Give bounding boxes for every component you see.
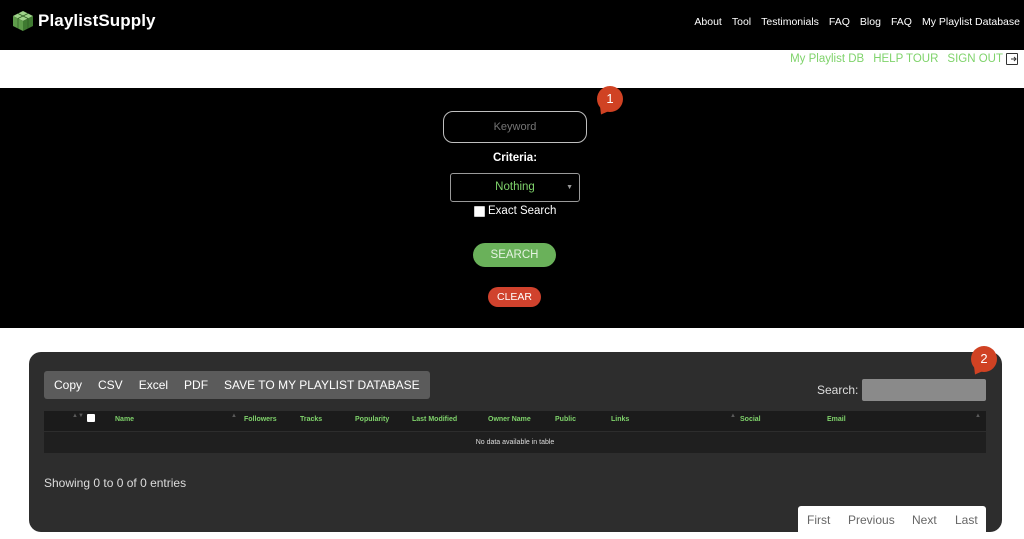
pagination-last[interactable]: Last — [955, 513, 978, 527]
criteria-selected-value: Nothing — [495, 181, 535, 193]
copy-button[interactable]: Copy — [44, 371, 90, 399]
table-search-label: Search: — [817, 383, 859, 397]
pagination-next[interactable]: Next — [912, 513, 937, 527]
column-header-last-modified[interactable]: Last Modified — [412, 416, 457, 423]
table-info: Showing 0 to 0 of 0 entries — [44, 476, 187, 490]
help-tour-link[interactable]: HELP TOUR — [873, 53, 938, 65]
nav-link-tool[interactable]: Tool — [732, 16, 751, 28]
top-navbar: PlaylistSupply About Tool Testimonials F… — [0, 0, 1024, 50]
column-header-email[interactable]: Email — [827, 416, 846, 423]
pagination: First Previous Next Last — [798, 506, 986, 534]
main-nav: About Tool Testimonials FAQ Blog FAQ My … — [694, 16, 1020, 28]
nav-link-faq[interactable]: FAQ — [829, 16, 850, 28]
nav-link-blog[interactable]: Blog — [860, 16, 881, 28]
step-marker-2: 2 — [971, 346, 997, 372]
table-body: No data available in table — [44, 432, 986, 453]
criteria-select[interactable]: Nothing ▼ — [450, 173, 580, 202]
sign-out-icon[interactable] — [1006, 53, 1018, 65]
table-header: ▲▼ Name ▲ Followers Tracks Popularity La… — [44, 411, 986, 431]
sort-icon: ▲▼ — [72, 413, 84, 419]
column-header-social[interactable]: Social — [740, 416, 761, 423]
csv-button[interactable]: CSV — [90, 371, 131, 399]
pagination-first[interactable]: First — [807, 513, 830, 527]
nav-link-faq-2[interactable]: FAQ — [891, 16, 912, 28]
my-playlist-db-link[interactable]: My Playlist DB — [790, 53, 864, 65]
column-header-popularity[interactable]: Popularity — [355, 416, 389, 423]
chevron-down-icon: ▼ — [566, 184, 573, 191]
sort-icon: ▲ — [231, 413, 237, 419]
empty-table-message: No data available in table — [475, 439, 555, 446]
sort-icon: ▲ — [730, 413, 736, 419]
clear-button[interactable]: CLEAR — [488, 287, 541, 307]
column-header-links[interactable]: Links — [611, 416, 629, 423]
cube-logo-icon — [12, 10, 34, 32]
account-links: My Playlist DB HELP TOUR SIGN OUT — [790, 53, 1018, 65]
exact-search-option: Exact Search — [474, 205, 556, 217]
sort-icon: ▲ — [975, 413, 981, 419]
pdf-button[interactable]: PDF — [176, 371, 216, 399]
exact-search-checkbox[interactable] — [474, 205, 485, 217]
keyword-input[interactable] — [443, 111, 587, 143]
select-all-checkbox[interactable] — [87, 414, 95, 422]
search-button[interactable]: SEARCH — [473, 243, 556, 267]
nav-link-about[interactable]: About — [694, 16, 721, 28]
table-search-input[interactable] — [862, 379, 986, 401]
column-header-owner-name[interactable]: Owner Name — [488, 416, 531, 423]
brand-name: PlaylistSupply — [38, 11, 156, 30]
column-header-followers[interactable]: Followers — [244, 416, 277, 423]
column-header-name[interactable]: Name — [115, 416, 134, 423]
export-button-group: Copy CSV Excel PDF SAVE TO MY PLAYLIST D… — [44, 371, 430, 399]
exact-search-label: Exact Search — [488, 205, 557, 217]
column-header-public[interactable]: Public — [555, 416, 576, 423]
sign-out-link[interactable]: SIGN OUT — [947, 53, 1003, 65]
column-header-tracks[interactable]: Tracks — [300, 416, 322, 423]
step-marker-1: 1 — [597, 86, 623, 112]
nav-link-testimonials[interactable]: Testimonials — [761, 16, 819, 28]
excel-button[interactable]: Excel — [131, 371, 176, 399]
criteria-label: Criteria: — [492, 152, 538, 164]
save-to-database-button[interactable]: SAVE TO MY PLAYLIST DATABASE — [216, 371, 430, 399]
nav-link-my-playlist-database[interactable]: My Playlist Database — [922, 16, 1020, 28]
brand-logo[interactable]: PlaylistSupply — [12, 10, 156, 32]
pagination-previous[interactable]: Previous — [848, 513, 895, 527]
